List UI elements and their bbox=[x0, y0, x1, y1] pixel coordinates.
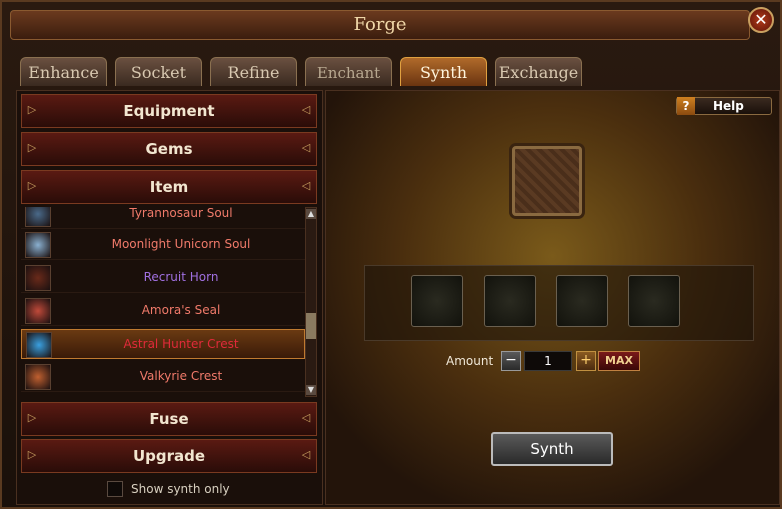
result-slot[interactable] bbox=[512, 146, 582, 216]
tab-socket[interactable]: Socket bbox=[115, 57, 202, 86]
tab-enchant[interactable]: Enchant bbox=[305, 57, 392, 86]
item-name: Valkyrie Crest bbox=[139, 369, 223, 383]
scroll-up-icon[interactable]: ▲ bbox=[306, 209, 316, 219]
window-title: Forge bbox=[353, 14, 407, 35]
recruit-horn-icon bbox=[25, 265, 51, 291]
scroll-thumb[interactable] bbox=[306, 313, 316, 339]
material-slot-1[interactable] bbox=[411, 275, 463, 327]
tab-enhance[interactable]: Enhance bbox=[20, 57, 107, 86]
decrease-amount-button[interactable]: − bbox=[501, 351, 521, 371]
item-name: Tyrannosaur Soul bbox=[129, 207, 233, 220]
help-button[interactable]: ? Help bbox=[676, 97, 772, 115]
chevron-right-icon: ◁ bbox=[301, 448, 311, 461]
help-label: Help bbox=[713, 99, 744, 113]
list-item[interactable]: Recruit Horn bbox=[21, 263, 305, 293]
list-item[interactable]: Moonlight Unicorn Soul bbox=[21, 230, 305, 260]
category-label: Fuse bbox=[149, 410, 189, 428]
category-label: Upgrade bbox=[132, 447, 206, 465]
category-label: Gems bbox=[145, 140, 193, 158]
item-name: Amora's Seal bbox=[141, 303, 221, 317]
synth-button[interactable]: Synth bbox=[491, 432, 613, 466]
valkyrie-crest-icon bbox=[25, 364, 51, 390]
increase-amount-button[interactable]: + bbox=[576, 351, 596, 371]
chevron-right-icon: ◁ bbox=[301, 411, 311, 424]
item-name: Astral Hunter Crest bbox=[123, 337, 239, 351]
synth-workspace: ? Help Amount − 1 + MAX Synth bbox=[325, 90, 780, 505]
synth-category-panel: ▷ Equipment ◁ ▷ Gems ◁ ▷ Item ◁ Tyrannos… bbox=[16, 90, 323, 505]
item-name: Recruit Horn bbox=[143, 270, 219, 284]
category-label: Equipment bbox=[123, 102, 215, 120]
chevron-left-icon: ▷ bbox=[27, 103, 37, 116]
item-name: Moonlight Unicorn Soul bbox=[111, 237, 251, 251]
category-upgrade[interactable]: ▷ Upgrade ◁ bbox=[21, 439, 317, 473]
close-button[interactable]: ✕ bbox=[748, 7, 774, 33]
chevron-left-icon: ▷ bbox=[27, 179, 37, 192]
category-fuse[interactable]: ▷ Fuse ◁ bbox=[21, 402, 317, 436]
list-item[interactable]: Tyrannosaur Soul bbox=[21, 207, 305, 229]
chevron-left-icon: ▷ bbox=[27, 141, 37, 154]
tab-exchange[interactable]: Exchange bbox=[495, 57, 582, 86]
max-amount-button[interactable]: MAX bbox=[598, 351, 640, 371]
list-item-selected[interactable]: Astral Hunter Crest bbox=[21, 329, 305, 359]
question-icon: ? bbox=[677, 97, 695, 115]
item-list-scrollbar[interactable]: ▲ ▼ bbox=[305, 207, 317, 397]
amora-seal-icon bbox=[25, 298, 51, 324]
amount-input[interactable]: 1 bbox=[524, 351, 572, 371]
show-synth-only-label: Show synth only bbox=[131, 482, 230, 496]
material-slot-4[interactable] bbox=[628, 275, 680, 327]
category-gems[interactable]: ▷ Gems ◁ bbox=[21, 132, 317, 166]
chevron-left-icon: ▷ bbox=[27, 411, 37, 424]
chevron-right-icon: ◁ bbox=[301, 103, 311, 116]
material-slot-2[interactable] bbox=[484, 275, 536, 327]
astral-hunter-crest-icon bbox=[26, 332, 52, 358]
chevron-right-icon: ◁ bbox=[301, 141, 311, 154]
category-equipment[interactable]: ▷ Equipment ◁ bbox=[21, 94, 317, 128]
amount-label: Amount bbox=[446, 354, 494, 368]
title-bar: Forge bbox=[10, 10, 750, 40]
forge-tabs: Enhance Socket Refine Enchant Synth Exch… bbox=[20, 57, 600, 86]
scroll-down-icon[interactable]: ▼ bbox=[306, 385, 316, 395]
tyrannosaur-soul-icon bbox=[25, 207, 51, 227]
list-item[interactable]: Amora's Seal bbox=[21, 296, 305, 326]
material-slot-3[interactable] bbox=[556, 275, 608, 327]
show-synth-only-checkbox[interactable] bbox=[107, 481, 123, 497]
category-label: Item bbox=[149, 178, 189, 196]
tab-synth[interactable]: Synth bbox=[400, 57, 487, 86]
tab-refine[interactable]: Refine bbox=[210, 57, 297, 86]
material-slots bbox=[364, 265, 754, 341]
chevron-left-icon: ▷ bbox=[27, 448, 37, 461]
category-item[interactable]: ▷ Item ◁ bbox=[21, 170, 317, 204]
forge-window: Forge ✕ Enhance Socket Refine Enchant Sy… bbox=[0, 0, 782, 509]
list-item[interactable]: Valkyrie Crest bbox=[21, 362, 305, 392]
item-list: Tyrannosaur Soul Moonlight Unicorn Soul … bbox=[21, 207, 305, 395]
chevron-right-icon: ◁ bbox=[301, 179, 311, 192]
unicorn-soul-icon bbox=[25, 232, 51, 258]
